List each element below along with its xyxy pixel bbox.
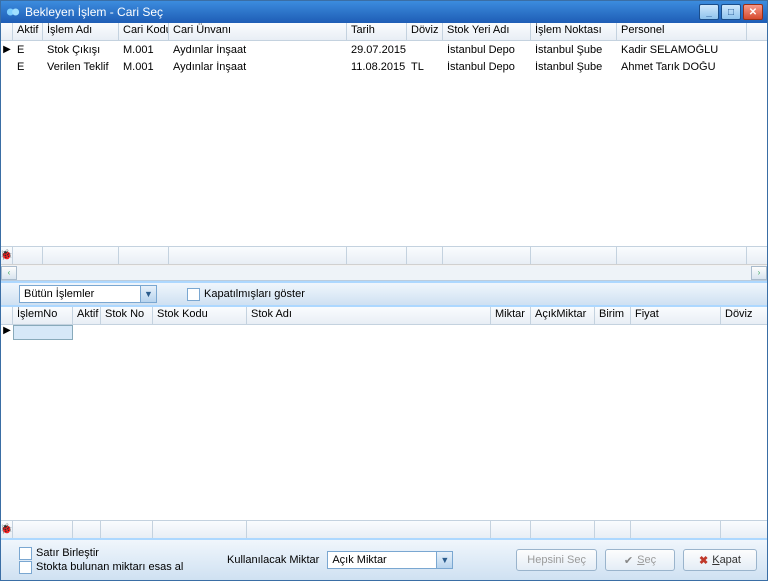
cell-islem-adi: Verilen Teklif xyxy=(43,61,119,73)
col-header-aktif[interactable]: Aktif xyxy=(13,23,43,40)
col-header-stok-yeri[interactable]: Stok Yeri Adı xyxy=(443,23,531,40)
col-header-miktar[interactable]: Miktar xyxy=(491,307,531,324)
chevron-down-icon: ▼ xyxy=(436,552,452,568)
footer-indicator: 🐞 xyxy=(1,247,13,264)
cell-doviz: TL xyxy=(407,61,443,73)
col-header-acik-miktar[interactable]: AçıkMiktar xyxy=(531,307,595,324)
islem-filter-value: Bütün İşlemler xyxy=(20,288,140,300)
cell-tarih: 29.07.2015 xyxy=(347,44,407,56)
filter-bar: Bütün İşlemler ▼ Kapatılmışları göster xyxy=(1,281,767,307)
cell-cari-unvani: Aydınlar İnşaat xyxy=(169,61,347,73)
col-header-fiyat[interactable]: Fiyat xyxy=(631,307,721,324)
chevron-down-icon: ▼ xyxy=(140,286,156,302)
col-header-cari-unvani[interactable]: Cari Ünvanı xyxy=(169,23,347,40)
col-header-personel[interactable]: Personel xyxy=(617,23,747,40)
detail-grid-footer: 🐞 xyxy=(1,520,767,538)
close-icon: ✖ xyxy=(699,554,708,567)
close-window-button[interactable]: ✕ xyxy=(743,4,763,20)
scroll-track[interactable] xyxy=(17,266,751,280)
cell-personel: Ahmet Tarık DOĞU xyxy=(617,61,747,73)
col-header-islem-adi[interactable]: İşlem Adı xyxy=(43,23,119,40)
col-header-doviz[interactable]: Döviz xyxy=(407,23,443,40)
check-icon: ✔ xyxy=(624,554,633,567)
hepsini-sec-label: Hepsini Seç xyxy=(527,554,586,566)
checkbox-icon xyxy=(187,288,200,301)
row-indicator-header xyxy=(1,307,13,324)
cell-cari-kodu: M.001 xyxy=(119,44,169,56)
window-title: Bekleyen İşlem - Cari Seç xyxy=(25,5,699,19)
bottom-toolbar: Satır Birleştir Stokta bulunan miktarı e… xyxy=(1,538,767,580)
ladybug-icon: 🐞 xyxy=(1,524,13,535)
col-header-stokno[interactable]: Stok No xyxy=(101,307,153,324)
titlebar: Bekleyen İşlem - Cari Seç _ □ ✕ xyxy=(1,1,767,23)
col-header-birim[interactable]: Birim xyxy=(595,307,631,324)
kapatilmis-goster-checkbox[interactable]: Kapatılmışları göster xyxy=(187,288,305,301)
cell-stok-yeri: İstanbul Depo xyxy=(443,44,531,56)
cell-aktif: E xyxy=(13,44,43,56)
cell-islem-noktasi: İstanbul Şube xyxy=(531,61,617,73)
satir-birlestir-checkbox[interactable]: Satır Birleştir xyxy=(19,547,219,560)
pending-operations-grid: Aktif İşlem Adı Cari Kodu Cari Ünvanı Ta… xyxy=(1,23,767,281)
current-row-indicator-icon: ▶ xyxy=(1,44,13,55)
kullanilacak-miktar-label: Kullanılacak Miktar xyxy=(227,554,319,566)
checkbox-icon xyxy=(19,547,32,560)
checkbox-icon xyxy=(19,561,32,574)
ladybug-icon: 🐞 xyxy=(1,250,13,261)
detail-grid-body[interactable]: ▶ xyxy=(1,325,767,520)
current-row-indicator-icon: ▶ xyxy=(1,325,13,342)
kapat-button[interactable]: ✖ Kapat xyxy=(683,549,757,571)
grid-header-row: Aktif İşlem Adı Cari Kodu Cari Ünvanı Ta… xyxy=(1,23,767,41)
stokta-bulunan-label: Stokta bulunan miktarı esas al xyxy=(36,561,183,573)
sec-button[interactable]: ✔ Seç xyxy=(605,549,675,571)
cell-aktif: E xyxy=(13,61,43,73)
col-header-doviz2[interactable]: Döviz xyxy=(721,307,767,324)
col-header-aktif2[interactable]: Aktif xyxy=(73,307,101,324)
minimize-button[interactable]: _ xyxy=(699,4,719,20)
horizontal-scrollbar[interactable]: ‹ › xyxy=(1,264,767,280)
col-header-cari-kodu[interactable]: Cari Kodu xyxy=(119,23,169,40)
bekleyen-islem-window: Bekleyen İşlem - Cari Seç _ □ ✕ Aktif İş… xyxy=(0,0,768,581)
cell-islem-noktasi: İstanbul Şube xyxy=(531,44,617,56)
active-cell-islemno[interactable] xyxy=(13,325,73,340)
kullanilacak-miktar-combo[interactable]: Açık Miktar ▼ xyxy=(327,551,453,569)
table-row[interactable]: ▶ E Stok Çıkışı M.001 Aydınlar İnşaat 29… xyxy=(1,41,767,58)
cell-cari-unvani: Aydınlar İnşaat xyxy=(169,44,347,56)
sec-label: Seç xyxy=(637,554,656,566)
grid-body[interactable]: ▶ E Stok Çıkışı M.001 Aydınlar İnşaat 29… xyxy=(1,41,767,246)
cell-cari-kodu: M.001 xyxy=(119,61,169,73)
cell-islem-adi: Stok Çıkışı xyxy=(43,44,119,56)
col-header-stokkodu[interactable]: Stok Kodu xyxy=(153,307,247,324)
scroll-left-button[interactable]: ‹ xyxy=(1,266,17,280)
row-indicator-header xyxy=(1,23,13,40)
col-header-tarih[interactable]: Tarih xyxy=(347,23,407,40)
kullanilacak-miktar-value: Açık Miktar xyxy=(328,554,436,566)
cell-personel: Kadir SELAMOĞLU xyxy=(617,44,747,56)
app-icon xyxy=(5,4,21,20)
col-header-stokadi[interactable]: Stok Adı xyxy=(247,307,491,324)
kapatilmis-goster-label: Kapatılmışları göster xyxy=(204,288,305,300)
satir-birlestir-label: Satır Birleştir xyxy=(36,547,99,559)
col-header-islem-noktasi[interactable]: İşlem Noktası xyxy=(531,23,617,40)
table-row[interactable]: ▶ xyxy=(1,325,767,342)
detail-grid-header: İşlemNo Aktif Stok No Stok Kodu Stok Adı… xyxy=(1,307,767,325)
col-header-islemno[interactable]: İşlemNo xyxy=(13,307,73,324)
cell-stok-yeri: İstanbul Depo xyxy=(443,61,531,73)
stokta-bulunan-checkbox[interactable]: Stokta bulunan miktarı esas al xyxy=(19,561,219,574)
kapat-label: Kapat xyxy=(712,554,741,566)
detail-grid: İşlemNo Aktif Stok No Stok Kodu Stok Adı… xyxy=(1,307,767,538)
islem-filter-combo[interactable]: Bütün İşlemler ▼ xyxy=(19,285,157,303)
hepsini-sec-button[interactable]: Hepsini Seç xyxy=(516,549,597,571)
grid-footer: 🐞 xyxy=(1,246,767,264)
table-row[interactable]: E Verilen Teklif M.001 Aydınlar İnşaat 1… xyxy=(1,58,767,75)
maximize-button[interactable]: □ xyxy=(721,4,741,20)
scroll-right-button[interactable]: › xyxy=(751,266,767,280)
cell-tarih: 11.08.2015 xyxy=(347,61,407,73)
